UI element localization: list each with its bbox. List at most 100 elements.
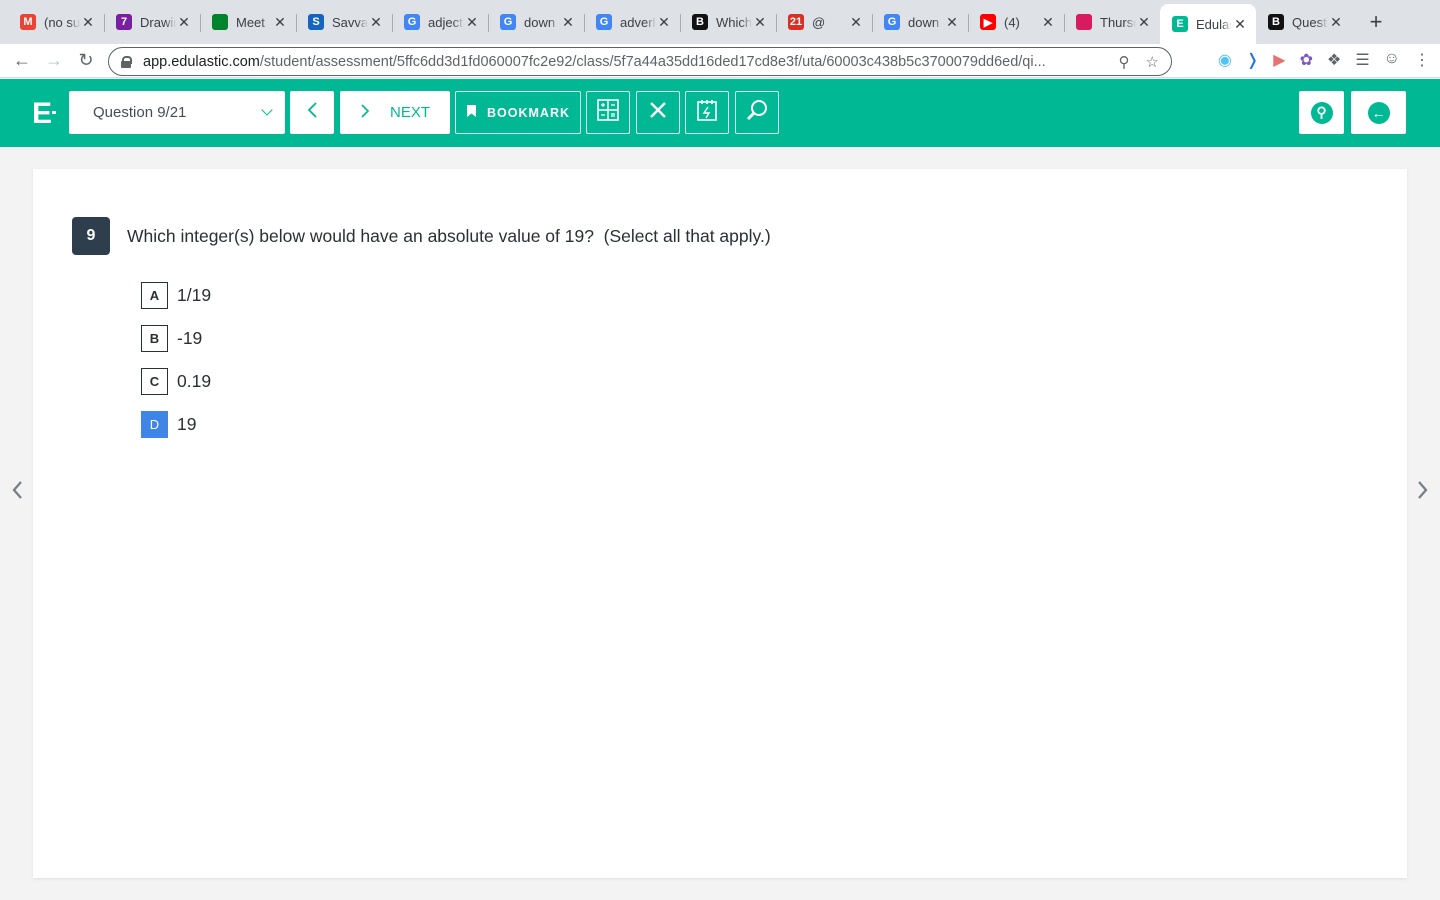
tab-title: adjective [428, 14, 464, 30]
browser-tab[interactable]: M (no subject)✕ [8, 4, 104, 40]
magnifier-button[interactable] [735, 91, 779, 134]
extension-read-icon[interactable]: ❭ [1246, 50, 1259, 70]
option-letter[interactable]: D [141, 411, 168, 438]
browser-tab[interactable]: Thursday✕ [1064, 4, 1160, 40]
brainly-icon: B [1268, 14, 1284, 30]
tab-close-icon[interactable]: ✕ [1328, 14, 1344, 31]
option-letter[interactable]: A [141, 282, 168, 309]
tab-title: Meet [236, 14, 265, 30]
calendar-icon: 21 [788, 14, 804, 30]
tab-close-icon[interactable]: ✕ [560, 14, 576, 31]
tab-close-icon[interactable]: ✕ [1232, 16, 1248, 33]
savvas-icon: S [308, 14, 324, 30]
classroom-icon [1076, 14, 1092, 30]
tab-title: Question [1292, 14, 1328, 30]
question-text: Which integer(s) below would have an abs… [127, 226, 771, 246]
next-button[interactable]: NEXT [340, 91, 450, 134]
back-arrow-icon[interactable]: ← [8, 47, 36, 75]
browser-tab[interactable]: B Question✕ [1256, 4, 1352, 40]
calculator-button[interactable] [586, 91, 630, 134]
calculator-icon [597, 99, 619, 126]
tab-close-icon[interactable]: ✕ [464, 14, 480, 31]
next-question-arrow-icon[interactable] [1413, 478, 1433, 502]
tab-title: Thursday [1100, 14, 1136, 30]
option-label: 1/19 [177, 285, 212, 305]
logo-dot [52, 111, 56, 114]
new-tab-plus-icon[interactable]: + [1362, 8, 1390, 36]
tab-close-icon[interactable]: ✕ [1136, 14, 1152, 31]
previous-button[interactable] [290, 91, 334, 134]
question-number-badge: 9 [72, 217, 110, 255]
option-letter[interactable]: C [141, 368, 168, 395]
tab-close-icon[interactable]: ✕ [944, 14, 960, 31]
zoom-icon[interactable]: ⚲ [1119, 53, 1130, 71]
browser-tab[interactable]: Gadverb ✕ [584, 4, 680, 40]
tab-close-icon[interactable]: ✕ [656, 14, 672, 31]
forward-arrow-icon[interactable]: → [40, 47, 68, 75]
youtube-icon: ▶ [980, 14, 996, 30]
search-icon [746, 99, 768, 126]
tab-title: Drawings [140, 14, 176, 30]
exit-button[interactable]: ← [1351, 91, 1406, 134]
answer-options: A 1/19 B -19 C 0.19 D 19 [141, 282, 211, 454]
edulastic-logo: E [32, 97, 52, 130]
url-host: app.edulastic.com [143, 53, 260, 70]
scratchpad-button[interactable] [685, 91, 729, 134]
reload-icon[interactable]: ↻ [72, 47, 100, 75]
lock-icon [121, 55, 132, 68]
accessibility-button[interactable]: ⚲ [1299, 91, 1344, 134]
answer-option[interactable]: C 0.19 [141, 368, 211, 395]
browser-toolbar: ← → ↻ app.edulastic.com/student/assessme… [0, 44, 1440, 78]
reading-list-icon[interactable]: ☰ [1355, 50, 1369, 70]
tab-close-icon[interactable]: ✕ [1040, 14, 1056, 31]
browser-tab[interactable]: Meet ✕ [200, 4, 296, 40]
answer-option[interactable]: A 1/19 [141, 282, 211, 309]
previous-question-arrow-icon[interactable] [7, 478, 27, 502]
browser-tab[interactable]: 7 Drawings✕ [104, 4, 200, 40]
answer-option[interactable]: B -19 [141, 325, 211, 352]
tab-title: down [524, 14, 556, 30]
profile-avatar-icon[interactable]: ☺ [1384, 50, 1400, 70]
extension-record-icon[interactable]: ◉ [1218, 50, 1232, 70]
tab-close-icon[interactable]: ✕ [752, 14, 768, 31]
tab-close-icon[interactable]: ✕ [368, 14, 384, 31]
gmail-icon: M [20, 14, 36, 30]
browser-tab[interactable]: E Edulastic✕ [1160, 4, 1256, 44]
menu-kebab-icon[interactable]: ⋮ [1414, 50, 1430, 70]
tab-close-icon[interactable]: ✕ [272, 14, 288, 31]
bookmark-button[interactable]: BOOKMARK [455, 91, 581, 134]
browser-tab[interactable]: ▶ (4) ✕ [968, 4, 1064, 40]
tab-title: Which [716, 14, 752, 30]
tab-title: (no subject) [44, 14, 80, 30]
tab-close-icon[interactable]: ✕ [80, 14, 96, 31]
extension-flower-icon[interactable]: ✿ [1300, 50, 1313, 70]
question-select[interactable]: Question 9/21 [69, 91, 285, 134]
extensions-area: ◉ ❭ ▶ ✿ ❖ ☰ ☺ ⋮ [1218, 50, 1430, 70]
option-label: -19 [177, 328, 203, 348]
answer-eliminator-button[interactable] [636, 91, 680, 134]
browser-tab[interactable]: B Which ✕ [680, 4, 776, 40]
next-label: NEXT [389, 104, 430, 121]
browser-tab[interactable]: Gdown ✕ [488, 4, 584, 40]
option-label: 19 [177, 414, 197, 434]
star-icon[interactable]: ☆ [1146, 53, 1159, 71]
question-card: 9 Which integer(s) below would have an a… [33, 169, 1407, 878]
url-path: /student/assessment/5ffc6dd3d1fd060007fc… [259, 53, 1046, 70]
tab-close-icon[interactable]: ✕ [176, 14, 192, 31]
address-bar[interactable]: app.edulastic.com/student/assessment/5ff… [108, 47, 1172, 76]
google-icon: G [596, 14, 612, 30]
tab-close-icon[interactable]: ✕ [848, 14, 864, 31]
meet-icon [212, 14, 228, 30]
tab-title: Edulastic [1196, 16, 1232, 32]
chevron-down-icon [261, 104, 273, 116]
browser-tab[interactable]: S Savvas✕ [296, 4, 392, 40]
option-letter[interactable]: B [141, 325, 168, 352]
extension-screencast-icon[interactable]: ▶ [1273, 50, 1285, 70]
exit-arrow-icon: ← [1367, 101, 1390, 124]
edulastic-icon: E [1172, 16, 1188, 32]
browser-tab[interactable]: Gadjective✕ [392, 4, 488, 40]
answer-option[interactable]: D 19 [141, 411, 211, 438]
browser-tab[interactable]: 21 @ ✕ [776, 4, 872, 40]
browser-tab[interactable]: Gdown ✕ [872, 4, 968, 40]
extensions-puzzle-icon[interactable]: ❖ [1327, 50, 1341, 70]
